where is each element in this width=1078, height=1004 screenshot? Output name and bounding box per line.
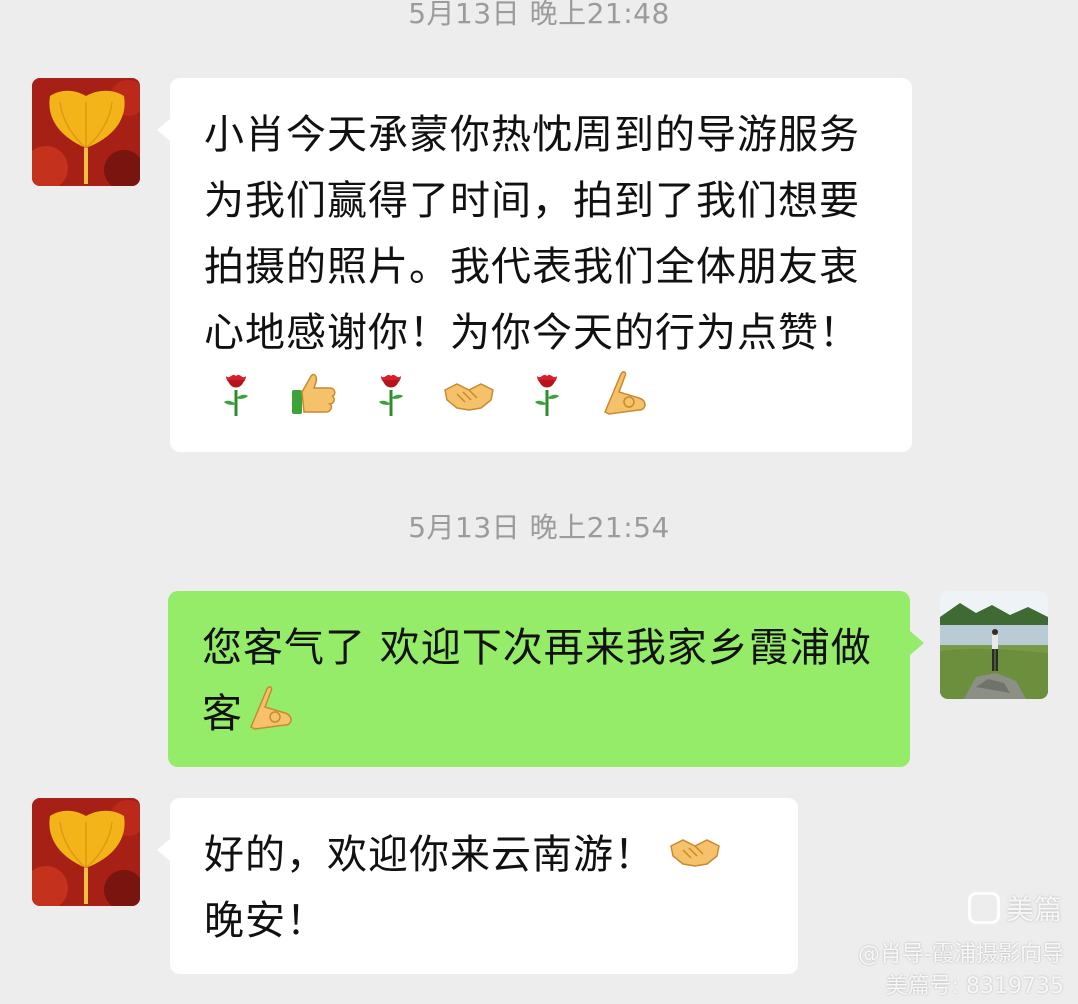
lakeside-photo-icon bbox=[940, 591, 1048, 699]
bubble-tail bbox=[157, 838, 171, 862]
watermark-id: 美篇号: 8319735 bbox=[885, 974, 1064, 999]
watermark-brand: 美篇 bbox=[1005, 893, 1062, 926]
message-text: 您客气了 欢迎下次再来我家乡霞浦做客 bbox=[202, 625, 872, 737]
outgoing-message-bubble[interactable]: 您客气了 欢迎下次再来我家乡霞浦做客 bbox=[168, 591, 910, 767]
incoming-message-bubble[interactable]: 好的，欢迎你来云南游！ 晚安！ bbox=[170, 798, 798, 974]
bubble-tail bbox=[910, 631, 924, 655]
thumbs-up-icon bbox=[291, 373, 336, 414]
message-timestamp: 5月13日 晚上21:48 bbox=[408, 0, 670, 30]
message-text: 小肖今天承蒙你热忱周到的导游服务为我们赢得了时间，拍到了我们想要拍摄的照片。我代… bbox=[204, 112, 860, 356]
rose-icon bbox=[224, 374, 248, 416]
handshake-icon bbox=[444, 383, 495, 411]
message-text-line2: 晚安！ bbox=[204, 898, 327, 944]
chat-screen: 5月13日 晚上21:48 小肖今天承蒙你热忱周到的导游服务为我们赢得了时间，拍… bbox=[0, 0, 1078, 1004]
ok-hand-icon bbox=[603, 371, 646, 415]
message-timestamp: 5月13日 晚上21:54 bbox=[408, 511, 670, 544]
watermark-author: @肖导-霞浦摄影向导 bbox=[858, 942, 1064, 967]
rose-icon bbox=[379, 374, 404, 416]
emoji-row bbox=[204, 371, 657, 422]
rose-icon bbox=[534, 374, 559, 416]
ginkgo-leaf-icon bbox=[32, 798, 140, 906]
contact-avatar[interactable] bbox=[32, 78, 140, 186]
bubble-tail bbox=[157, 118, 171, 142]
ginkgo-leaf-icon bbox=[32, 78, 140, 186]
meipian-watermark-logo: 美篇 bbox=[967, 888, 1062, 928]
meipian-logo-icon bbox=[967, 892, 1000, 924]
message-text: 好的，欢迎你来云南游！ bbox=[204, 832, 655, 878]
contact-avatar[interactable] bbox=[32, 798, 140, 906]
handshake-icon bbox=[670, 839, 720, 867]
ok-hand-icon bbox=[250, 686, 292, 730]
incoming-message-bubble[interactable]: 小肖今天承蒙你热忱周到的导游服务为我们赢得了时间，拍到了我们想要拍摄的照片。我代… bbox=[170, 78, 912, 452]
my-avatar[interactable] bbox=[940, 591, 1048, 699]
